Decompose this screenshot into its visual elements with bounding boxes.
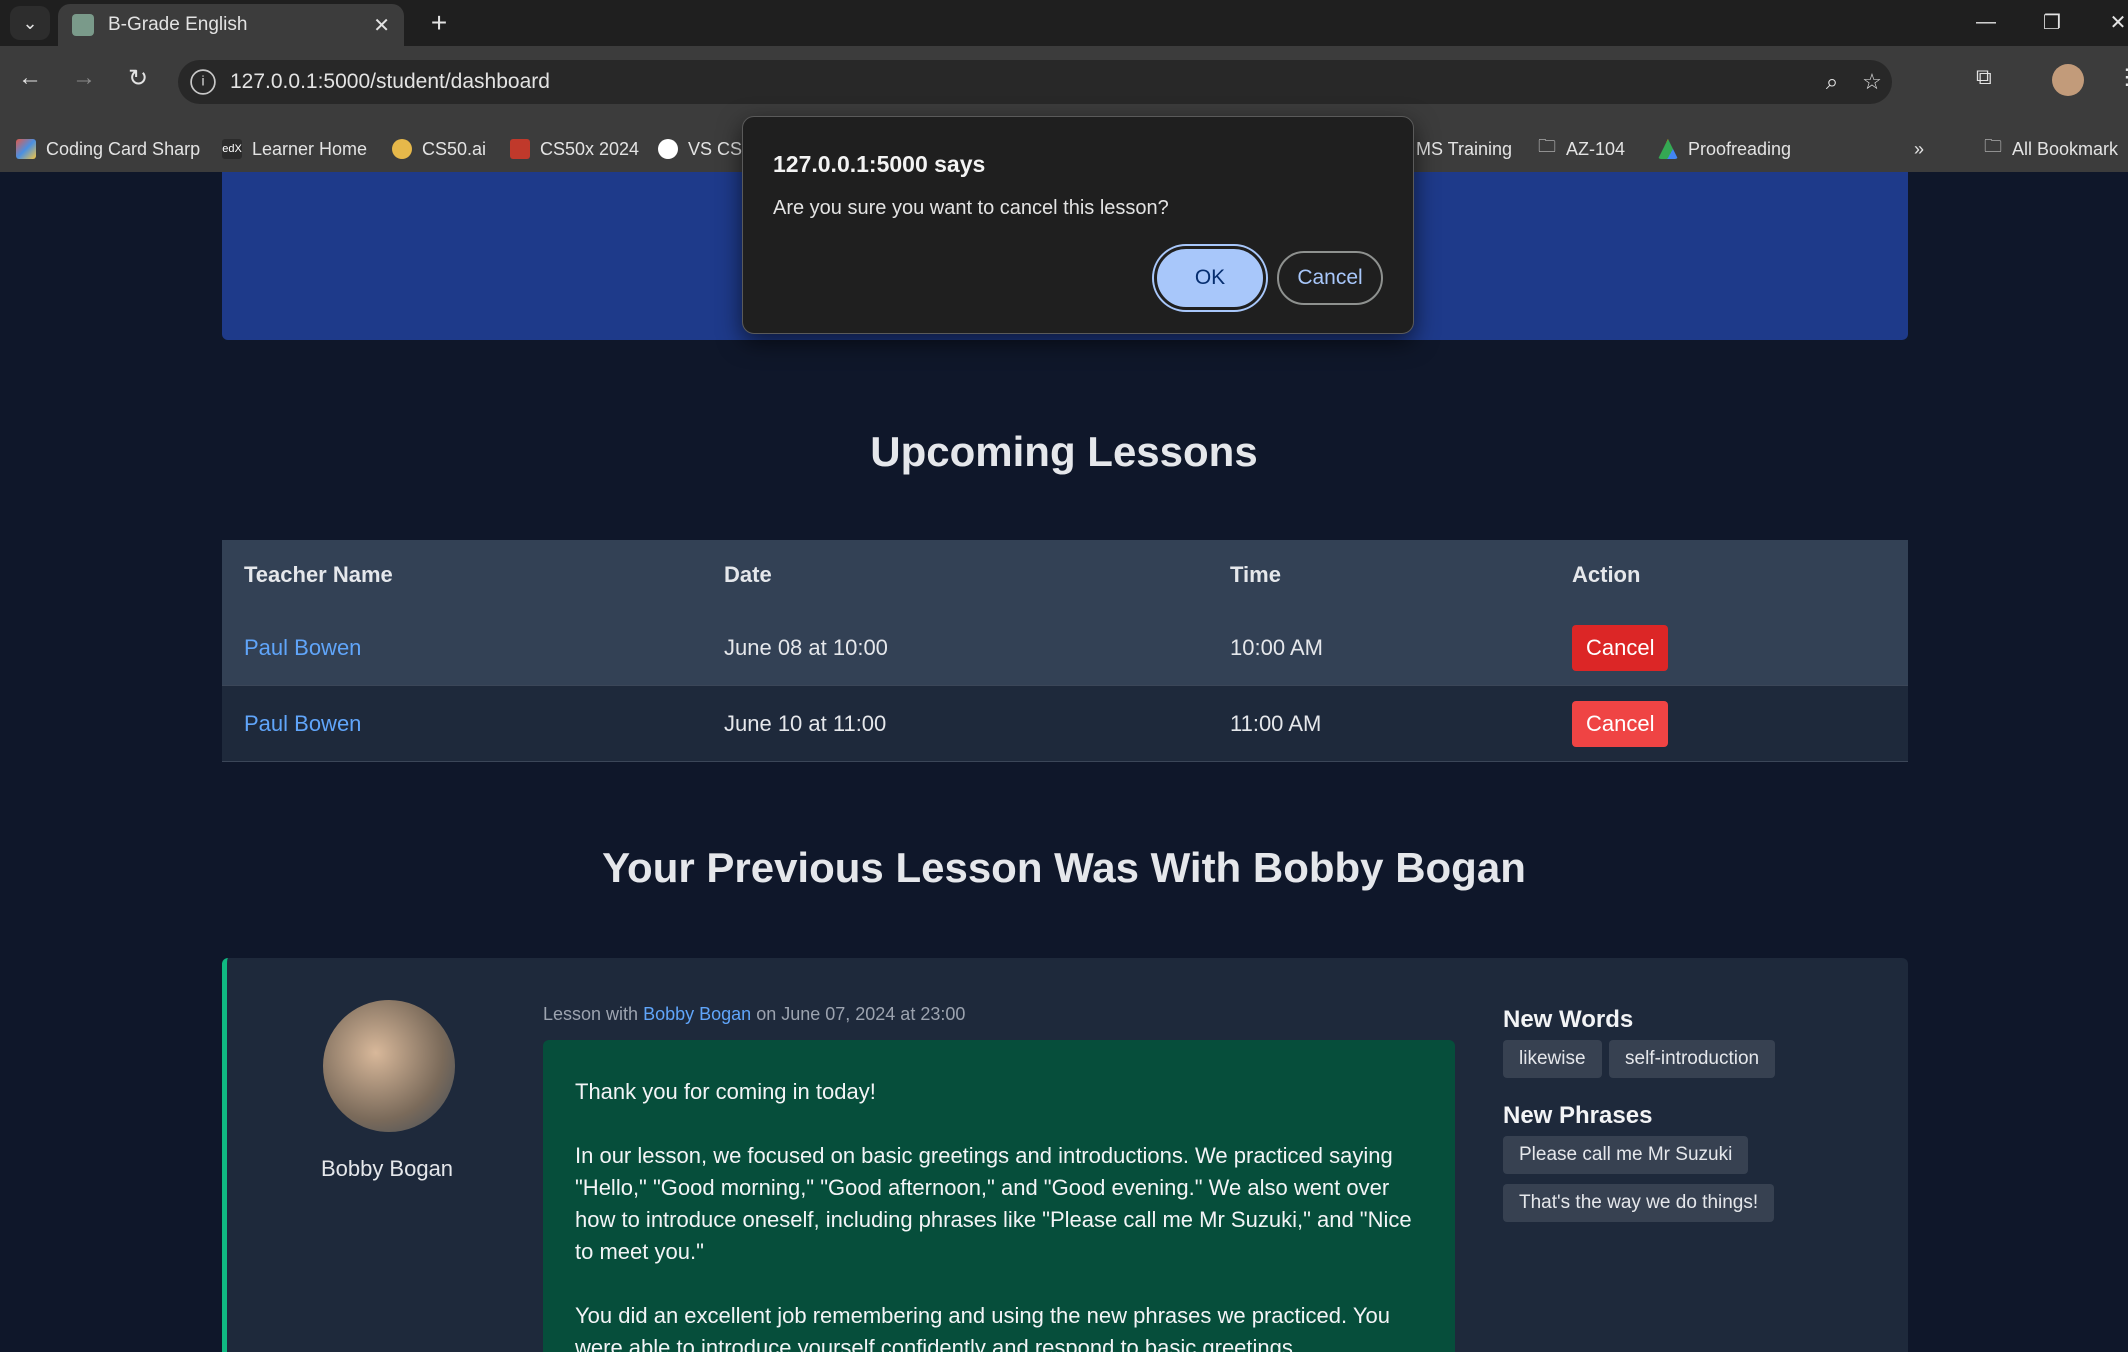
bookmark-star-icon[interactable]: ☆: [1852, 69, 1892, 95]
close-tab-icon[interactable]: ✕: [373, 13, 390, 38]
meta-teacher-link[interactable]: Bobby Bogan: [643, 1004, 751, 1024]
bookmark-label: AZ-104: [1566, 138, 1626, 159]
bookmark-item[interactable]: edX Learner Home: [222, 134, 367, 164]
bookmark-label: CS50x 2024: [540, 138, 640, 159]
header-action: Action: [1572, 562, 1641, 587]
url-text[interactable]: 127.0.0.1:5000/student/dashboard: [230, 70, 1812, 94]
bookmark-item[interactable]: Coding Card Sharp: [16, 134, 200, 164]
header-teacher-name: Teacher Name: [244, 562, 393, 587]
bookmark-label: All Bookmark: [2012, 138, 2119, 159]
upcoming-lessons-table: Teacher Name Date Time Action Paul Bowen…: [222, 540, 1908, 762]
lesson-date: June 10 at 11:00: [724, 710, 887, 736]
previous-lesson-title: Your Previous Lesson Was With Bobby Boga…: [602, 844, 1526, 891]
lesson-time: 11:00 AM: [1230, 710, 1322, 736]
github-icon: [658, 139, 678, 159]
table-row: Paul Bowen June 08 at 10:00 10:00 AM Can…: [222, 610, 1908, 686]
harvard-shield-icon: [510, 139, 530, 159]
lesson-feedback: Thank you for coming in today! In our le…: [543, 1040, 1455, 1352]
bookmark-label: Proofreading: [1688, 138, 1792, 159]
bookmark-label: Learner Home: [252, 138, 368, 159]
word-tag: self-introduction: [1609, 1040, 1776, 1078]
bookmark-favicon-icon: [16, 139, 36, 159]
teacher-link[interactable]: Paul Bowen: [244, 635, 361, 661]
reload-icon[interactable]: ↻: [120, 60, 156, 96]
teacher-link[interactable]: Paul Bowen: [244, 711, 361, 737]
table-header: Teacher Name Date Time Action: [222, 540, 1908, 610]
folder-icon: 🗀: [1538, 136, 1556, 156]
restore-icon[interactable]: ❐: [2022, 0, 2082, 44]
upcoming-lessons-title: Upcoming Lessons: [870, 428, 1258, 475]
page-content: Upcoming Lessons Teacher Name Date Time …: [0, 172, 2128, 1352]
ok-button[interactable]: OK: [1154, 246, 1266, 310]
bookmark-folder[interactable]: 🗀 AZ-104: [1538, 134, 1625, 164]
feedback-paragraph: In our lesson, we focused on basic greet…: [575, 1143, 1412, 1264]
new-tab-plus-icon[interactable]: +: [422, 6, 456, 40]
bookmark-item[interactable]: Proofreading: [1658, 134, 1791, 164]
header-date: Date: [724, 562, 772, 587]
word-tag: likewise: [1503, 1040, 1602, 1078]
extensions-puzzle-icon[interactable]: ⧉: [1976, 64, 1992, 90]
profile-avatar[interactable]: [2052, 64, 2084, 96]
close-window-icon[interactable]: ✕: [2088, 0, 2128, 44]
tab-search-chevron-icon[interactable]: ⌄: [10, 6, 50, 40]
phrase-tag: Please call me Mr Suzuki: [1503, 1136, 1749, 1174]
duck-icon: [392, 139, 412, 159]
tab-title: B-Grade English: [108, 14, 248, 35]
site-favicon-icon: [72, 14, 94, 36]
edx-logo-icon: edX: [222, 139, 242, 159]
phrase-tag: That's the way we do things!: [1503, 1184, 1775, 1222]
meta-suffix: on June 07, 2024 at 23:00: [756, 1004, 966, 1024]
folder-icon: 🗀: [1984, 136, 2002, 156]
lesson-date: June 08 at 10:00: [724, 634, 888, 660]
dialog-message: Are you sure you want to cancel this les…: [773, 197, 1169, 219]
minimize-icon[interactable]: —: [1956, 0, 2016, 44]
new-phrases-heading: New Phrases: [1503, 1102, 1653, 1129]
more-bookmarks-chevron-icon[interactable]: »: [1914, 134, 1924, 164]
table-row: Paul Bowen June 10 at 11:00 11:00 AM Can…: [222, 686, 1908, 762]
teacher-avatar: [323, 1000, 455, 1132]
lesson-meta: Lesson with Bobby Bogan on June 07, 2024…: [543, 1004, 965, 1025]
all-bookmarks-folder[interactable]: 🗀 All Bookmark: [1984, 134, 2118, 164]
header-time: Time: [1230, 562, 1281, 587]
address-bar[interactable]: i 127.0.0.1:5000/student/dashboard ⌕ ☆: [178, 60, 1892, 104]
dialog-title: 127.0.0.1:5000 says: [773, 151, 986, 177]
dialog-cancel-button[interactable]: Cancel: [1277, 251, 1383, 305]
forward-arrow-icon[interactable]: →: [66, 60, 102, 96]
feedback-paragraph: Thank you for coming in today!: [575, 1079, 876, 1104]
zoom-icon[interactable]: ⌕: [1812, 69, 1852, 95]
teacher-name: Bobby Bogan: [320, 1156, 454, 1181]
bookmark-label: CS50.ai: [422, 138, 487, 159]
bookmark-label: Coding Card Sharp: [46, 138, 201, 159]
lesson-time: 10:00 AM: [1230, 634, 1323, 660]
cancel-lesson-button[interactable]: Cancel: [1572, 700, 1669, 747]
bookmark-item[interactable]: CS50x 2024: [510, 134, 639, 164]
browser-toolbar: ← → ↻ i 127.0.0.1:5000/student/dashboard…: [0, 46, 2128, 126]
confirm-dialog: 127.0.0.1:5000 says Are you sure you wan…: [742, 116, 1414, 334]
back-arrow-icon[interactable]: ←: [12, 60, 48, 96]
bookmark-item[interactable]: CS50.ai: [392, 134, 486, 164]
bookmark-item[interactable]: VS CS: [658, 134, 742, 164]
bookmark-item[interactable]: MS Training: [1416, 134, 1512, 164]
menu-kebab-icon[interactable]: ⋮: [2116, 64, 2128, 90]
meta-prefix: Lesson with: [543, 1004, 639, 1024]
previous-lesson-card: Bobby Bogan Lesson with Bobby Bogan on J…: [222, 958, 1908, 1352]
cancel-lesson-button[interactable]: Cancel: [1572, 624, 1669, 671]
feedback-paragraph: You did an excellent job remembering and…: [575, 1303, 1390, 1352]
bookmark-label: VS CS: [688, 138, 743, 159]
browser-tab-bar: ⌄ B-Grade English ✕ + — ❐ ✕: [0, 0, 2128, 46]
site-info-icon[interactable]: i: [190, 69, 216, 95]
new-words-heading: New Words: [1503, 1006, 1634, 1033]
google-drive-icon: [1658, 139, 1678, 159]
browser-tab[interactable]: B-Grade English ✕: [58, 4, 404, 46]
bookmark-label: MS Training: [1416, 138, 1513, 159]
